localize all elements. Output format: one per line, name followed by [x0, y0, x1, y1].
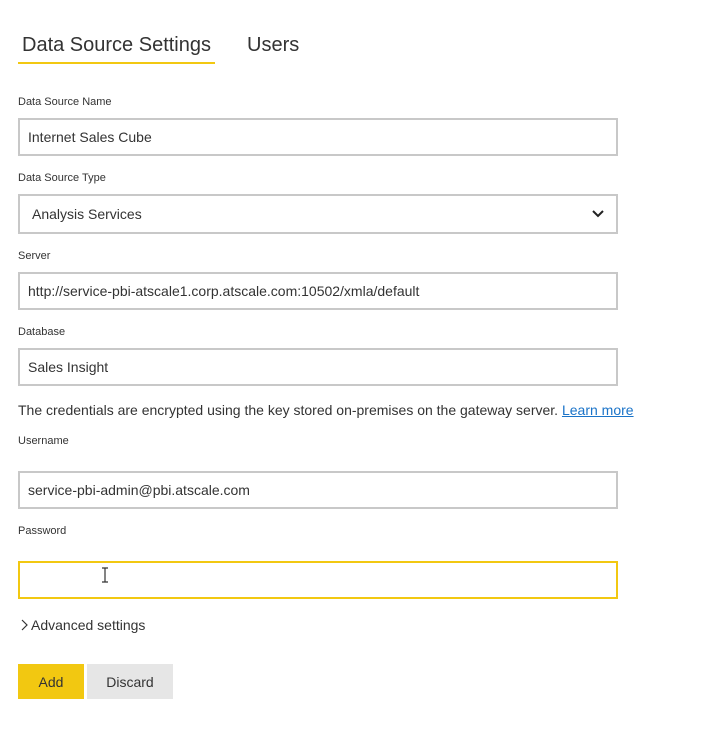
data-source-name-label: Data Source Name: [18, 96, 112, 108]
data-source-type-value: Analysis Services: [32, 206, 142, 222]
advanced-settings-label: Advanced settings: [31, 617, 146, 633]
password-label: Password: [18, 525, 67, 537]
database-label: Database: [18, 326, 66, 338]
add-button[interactable]: Add: [18, 664, 84, 699]
tab-users[interactable]: Users: [247, 30, 299, 64]
learn-more-link[interactable]: Learn more: [562, 402, 634, 418]
server-label: Server: [18, 250, 51, 262]
database-input[interactable]: [18, 348, 618, 386]
chevron-right-icon: [20, 619, 30, 631]
credentials-note-text: The credentials are encrypted using the …: [18, 402, 559, 418]
data-source-type-select[interactable]: Analysis Services: [18, 194, 618, 234]
username-input[interactable]: [18, 471, 618, 509]
server-input[interactable]: [18, 272, 618, 310]
discard-button[interactable]: Discard: [87, 664, 173, 699]
advanced-settings-toggle[interactable]: Advanced settings: [20, 617, 145, 633]
text-cursor-icon: [99, 567, 111, 583]
tab-data-source-settings[interactable]: Data Source Settings: [18, 30, 215, 64]
credentials-note: The credentials are encrypted using the …: [18, 402, 634, 418]
data-source-name-input[interactable]: [18, 118, 618, 156]
tab-bar: Data Source Settings Users: [18, 30, 299, 66]
data-source-type-label: Data Source Type: [18, 172, 106, 184]
username-label: Username: [18, 435, 69, 447]
chevron-down-icon: [592, 208, 604, 220]
